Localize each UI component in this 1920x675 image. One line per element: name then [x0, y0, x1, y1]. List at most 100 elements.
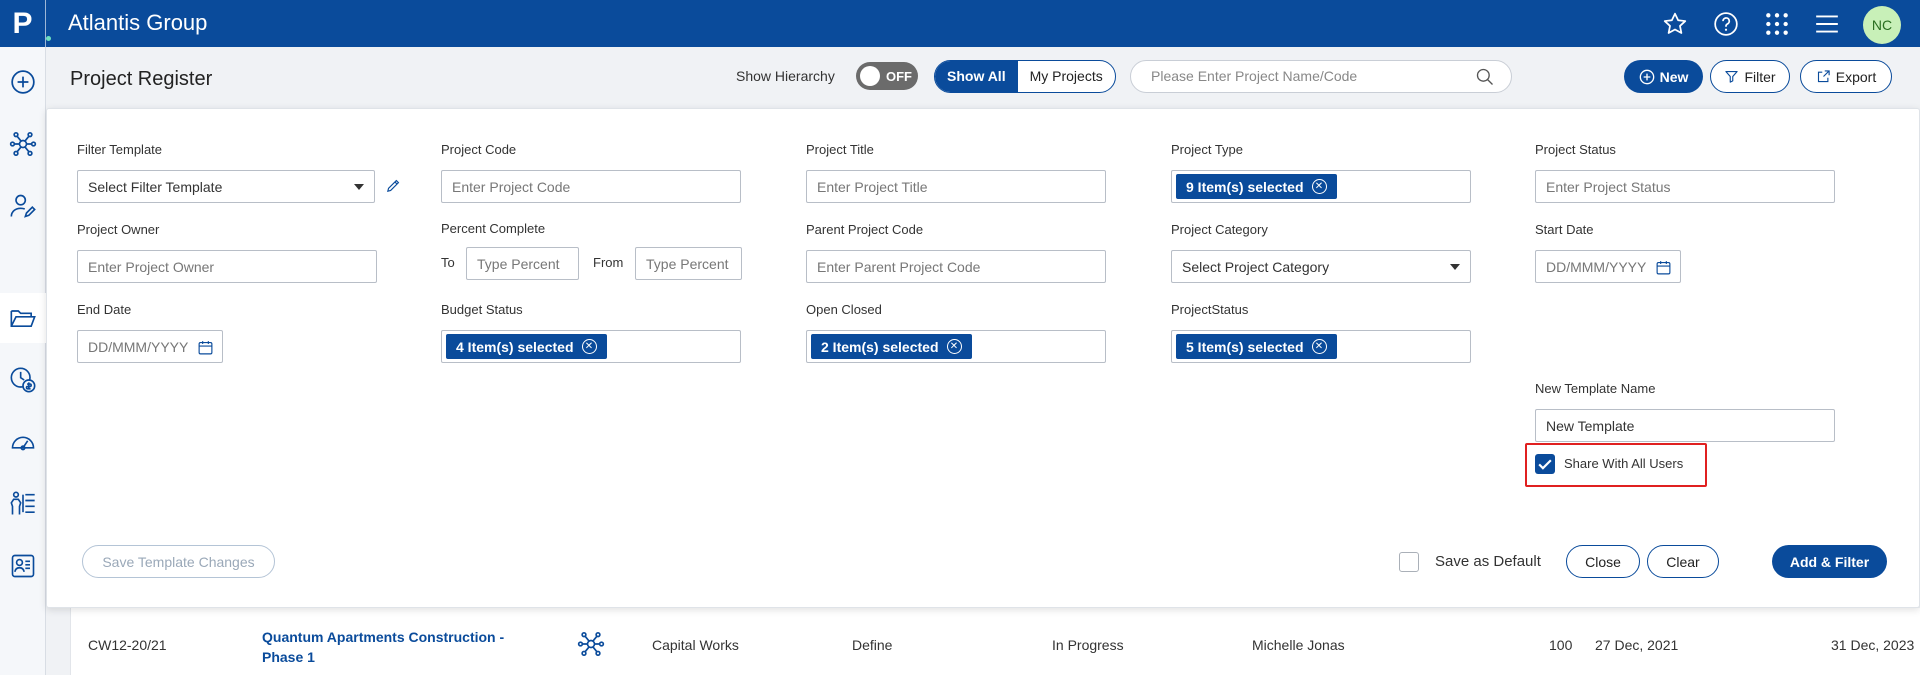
my-projects-button[interactable]: My Projects: [1018, 61, 1115, 92]
percent-complete-label: Percent Complete: [441, 221, 546, 236]
add-and-filter-button[interactable]: Add & Filter: [1772, 545, 1887, 578]
filter-button-label: Filter: [1744, 68, 1776, 85]
search-icon[interactable]: [1475, 67, 1495, 91]
project-status-cell: In Progress: [1052, 637, 1124, 653]
favorite-star-icon[interactable]: [1661, 10, 1689, 38]
export-button[interactable]: Export: [1800, 60, 1892, 93]
open-closed-chip: 2 Item(s) selected ✕: [811, 334, 972, 359]
project-category-select[interactable]: Select Project Category: [1171, 250, 1471, 283]
show-all-button[interactable]: Show All: [935, 61, 1018, 92]
clear-x-icon[interactable]: ✕: [581, 339, 597, 354]
project-owner-cell: Michelle Jonas: [1252, 637, 1345, 653]
clock-dollar-icon[interactable]: [8, 365, 38, 395]
toggle-state-label: OFF: [886, 69, 912, 84]
project-type-multiselect[interactable]: 9 Item(s) selected ✕: [1171, 170, 1471, 203]
user-edit-icon[interactable]: [8, 191, 38, 221]
show-hierarchy-toggle[interactable]: OFF: [856, 62, 918, 90]
new-project-button[interactable]: New: [1624, 60, 1703, 93]
project-status2-multiselect[interactable]: 5 Item(s) selected ✕: [1171, 330, 1471, 363]
project-owner-label: Project Owner: [77, 222, 160, 237]
project-search-input[interactable]: [1151, 68, 1471, 84]
app-logo[interactable]: P: [0, 0, 51, 47]
project-code-field: [441, 170, 741, 203]
percent-from-label: From: [593, 255, 624, 270]
percent-to-field: [466, 247, 579, 280]
project-scope-segmented: Show All My Projects: [934, 60, 1116, 93]
clear-x-icon[interactable]: ✕: [1311, 339, 1327, 354]
project-status-label: Project Status: [1535, 142, 1616, 157]
chevron-down-icon: [1450, 264, 1460, 270]
save-as-default-checkbox[interactable]: [1399, 552, 1419, 572]
share-with-all-label: Share With All Users: [1564, 456, 1684, 471]
calendar-icon[interactable]: [1655, 259, 1672, 280]
parent-project-code-input[interactable]: [817, 259, 1095, 275]
project-status-field: [1535, 170, 1835, 203]
help-icon[interactable]: [1712, 10, 1740, 38]
report-card-icon[interactable]: [8, 551, 38, 581]
close-button[interactable]: Close: [1566, 545, 1640, 578]
project-name-link[interactable]: Quantum Apartments Construction - Phase …: [262, 627, 522, 667]
parent-project-code-label: Parent Project Code: [806, 222, 924, 237]
project-type-label: Project Type: [1171, 142, 1244, 157]
open-closed-chip-label: 2 Item(s) selected: [821, 338, 939, 355]
add-circle-icon[interactable]: [8, 67, 38, 97]
new-button-label: New: [1659, 68, 1689, 85]
project-status-input[interactable]: [1546, 179, 1824, 195]
hamburger-menu-icon[interactable]: [1813, 10, 1841, 38]
new-template-name-label: New Template Name: [1535, 381, 1656, 396]
funnel-icon: [1725, 70, 1739, 83]
filter-button[interactable]: Filter: [1710, 60, 1790, 93]
logo-letter: P: [12, 6, 33, 40]
resource-people-icon[interactable]: [8, 489, 38, 519]
filter-template-select[interactable]: Select Filter Template: [77, 170, 375, 203]
project-title-input[interactable]: [817, 179, 1095, 195]
apps-grid-icon[interactable]: [1763, 10, 1791, 38]
percent-from-input[interactable]: [646, 256, 731, 272]
percent-complete-cell: 100: [1549, 637, 1573, 653]
new-template-name-input[interactable]: [1546, 418, 1824, 434]
open-closed-multiselect[interactable]: 2 Item(s) selected ✕: [806, 330, 1106, 363]
network-hub-icon[interactable]: [8, 129, 38, 159]
gauge-dashboard-icon[interactable]: [8, 427, 38, 457]
open-closed-label: Open Closed: [806, 302, 882, 317]
start-date-input[interactable]: [1546, 259, 1646, 275]
project-type-cell: Capital Works: [652, 637, 739, 653]
checkmark-icon: [1538, 459, 1552, 470]
project-code-cell: CW12-20/21: [88, 637, 167, 653]
project-title-field: [806, 170, 1106, 203]
end-date-label: End Date: [77, 302, 132, 317]
logo-dot: [46, 36, 51, 41]
percent-from-field: [635, 247, 742, 280]
clear-x-icon[interactable]: ✕: [946, 339, 962, 354]
project-phase-cell: Define: [852, 637, 893, 653]
project-category-label: Project Category: [1171, 222, 1268, 237]
start-date-cell: 27 Dec, 2021: [1595, 637, 1679, 653]
table-row[interactable]: CW12-20/21 Quantum Apartments Constructi…: [70, 608, 1920, 675]
hierarchy-network-icon[interactable]: [577, 630, 605, 661]
calendar-icon[interactable]: [197, 339, 214, 360]
project-type-chip: 9 Item(s) selected ✕: [1176, 174, 1337, 199]
top-bar: P Atlantis Group NC: [0, 0, 1920, 47]
show-hierarchy-label: Show Hierarchy: [736, 68, 835, 84]
project-category-value: Select Project Category: [1182, 259, 1330, 275]
folder-open-icon[interactable]: [8, 303, 38, 333]
end-date-input[interactable]: [88, 339, 188, 355]
project-owner-input[interactable]: [88, 259, 366, 275]
percent-to-input[interactable]: [477, 256, 568, 272]
clear-x-icon[interactable]: ✕: [1311, 179, 1327, 194]
page-title: Project Register: [70, 68, 213, 90]
export-button-label: Export: [1835, 68, 1877, 85]
start-date-label: Start Date: [1535, 222, 1594, 237]
clear-button[interactable]: Clear: [1647, 545, 1719, 578]
project-owner-field: [77, 250, 377, 283]
project-status2-chip: 5 Item(s) selected ✕: [1176, 334, 1337, 359]
end-date-cell: 31 Dec, 2023: [1831, 637, 1915, 653]
save-template-changes-button[interactable]: Save Template Changes: [82, 545, 275, 578]
project-search-box: [1130, 60, 1512, 93]
chevron-down-icon: [354, 184, 364, 190]
share-with-all-checkbox[interactable]: [1535, 454, 1555, 474]
budget-status-multiselect[interactable]: 4 Item(s) selected ✕: [441, 330, 741, 363]
user-avatar[interactable]: NC: [1863, 6, 1901, 44]
project-code-input[interactable]: [452, 179, 730, 195]
edit-pencil-icon[interactable]: [385, 177, 402, 198]
